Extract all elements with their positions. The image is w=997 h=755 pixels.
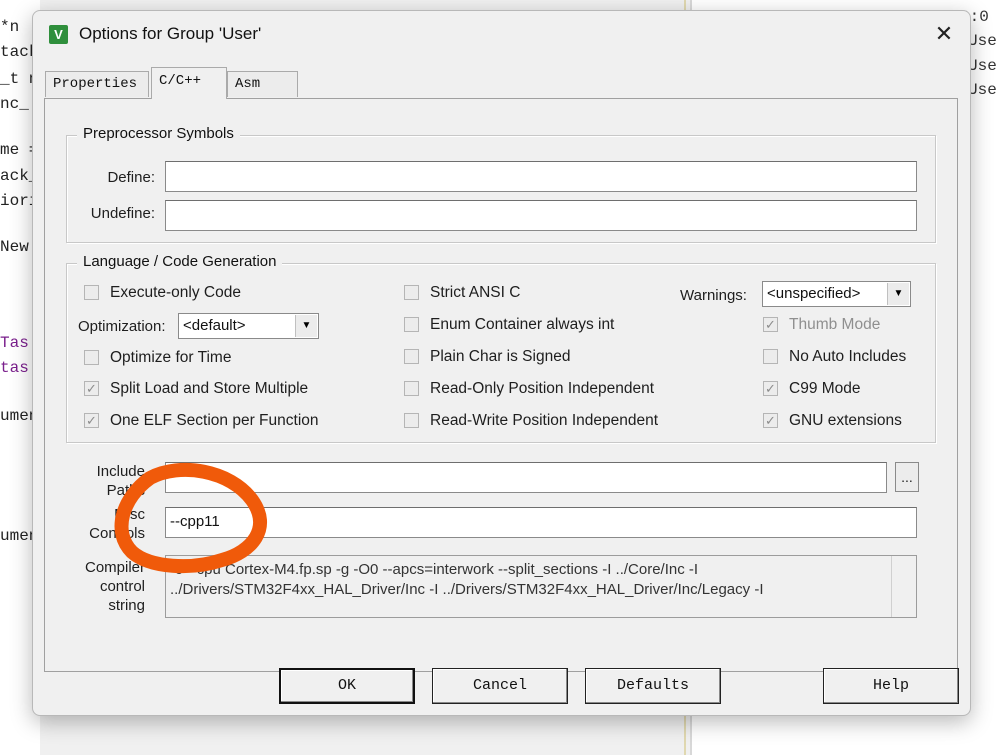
optimize-for-time-label: Optimize for Time bbox=[110, 349, 232, 366]
rwpi-label: Read-Write Position Independent bbox=[430, 412, 659, 429]
title-bar[interactable]: V Options for Group 'User' ✕ bbox=[33, 11, 970, 55]
thumb-mode-box: ✓ bbox=[763, 317, 778, 332]
language-code-generation-legend: Language / Code Generation bbox=[77, 253, 283, 270]
optimization-label: Optimization: bbox=[78, 318, 166, 335]
warnings-label: Warnings: bbox=[680, 287, 747, 304]
tab-properties[interactable]: Properties bbox=[45, 71, 149, 97]
ok-button[interactable]: OK bbox=[279, 668, 415, 704]
keil-app-icon: V bbox=[49, 25, 68, 44]
split-load-store-label: Split Load and Store Multiple bbox=[110, 380, 309, 397]
compiler-string-line2: ../Drivers/STM32F4xx_HAL_Driver/Inc -I .… bbox=[170, 581, 764, 598]
undefine-label: Undefine: bbox=[90, 205, 155, 222]
misc-controls-label-line1: Misc bbox=[114, 506, 145, 523]
include-paths-label-line1: Include bbox=[96, 463, 145, 480]
c99-mode-box: ✓ bbox=[763, 381, 778, 396]
code-line: New bbox=[0, 238, 29, 256]
compiler-label-line1: Compiler bbox=[84, 559, 145, 576]
options-dialog: V Options for Group 'User' ✕ Properties … bbox=[32, 10, 971, 716]
ropi-box bbox=[404, 381, 419, 396]
gnu-extensions-box: ✓ bbox=[763, 413, 778, 428]
compiler-label-line3: string bbox=[108, 597, 145, 614]
defaults-button[interactable]: Defaults bbox=[585, 668, 721, 704]
enum-container-box bbox=[404, 317, 419, 332]
enum-container-label: Enum Container always int bbox=[430, 316, 615, 333]
include-paths-field[interactable] bbox=[165, 462, 887, 493]
no-auto-includes-box bbox=[763, 349, 778, 364]
cancel-button[interactable]: Cancel bbox=[432, 668, 568, 704]
code-line: Use bbox=[968, 81, 997, 99]
compiler-string-line1: -c --cpu Cortex-M4.fp.sp -g -O0 --apcs=i… bbox=[170, 561, 699, 578]
strict-ansi-c-box bbox=[404, 285, 419, 300]
code-line: Use bbox=[968, 32, 997, 50]
code-line: Use bbox=[968, 57, 997, 75]
help-button[interactable]: Help bbox=[823, 668, 959, 704]
one-elf-section-box: ✓ bbox=[84, 413, 99, 428]
ropi-label: Read-Only Position Independent bbox=[430, 380, 655, 397]
tab-c-cpp[interactable]: C/C++ bbox=[151, 67, 227, 99]
close-icon[interactable]: ✕ bbox=[927, 19, 961, 49]
strict-ansi-c-label: Strict ANSI C bbox=[430, 284, 521, 301]
chevron-down-icon: ▼ bbox=[295, 315, 317, 337]
optimization-value: <default> bbox=[183, 317, 246, 334]
code-line: Tas bbox=[0, 334, 29, 352]
optimize-for-time-box bbox=[84, 350, 99, 365]
no-auto-includes-label: No Auto Includes bbox=[789, 348, 907, 365]
one-elf-section-label: One ELF Section per Function bbox=[110, 412, 319, 429]
undefine-field[interactable] bbox=[165, 200, 917, 231]
misc-controls-field[interactable]: --cpp11 bbox=[165, 507, 917, 538]
compiler-control-string-label: Compiler control string bbox=[73, 558, 145, 615]
thumb-mode-label: Thumb Mode bbox=[789, 316, 881, 333]
execute-only-code-box bbox=[84, 285, 99, 300]
rwpi-box bbox=[404, 413, 419, 428]
plain-char-signed-box bbox=[404, 349, 419, 364]
plain-char-signed-label: Plain Char is Signed bbox=[430, 348, 571, 365]
compiler-string-scrollbar[interactable] bbox=[891, 556, 916, 617]
warnings-select[interactable]: <unspecified> ▼ bbox=[762, 281, 911, 307]
chevron-down-icon: ▼ bbox=[887, 283, 909, 305]
misc-controls-label-line2: Controls bbox=[89, 525, 145, 542]
execute-only-code-label: Execute-only Code bbox=[110, 284, 241, 301]
tab-asm[interactable]: Asm bbox=[227, 71, 298, 97]
code-line: nc_ bbox=[0, 95, 29, 113]
include-paths-label-line2: Paths bbox=[106, 482, 145, 499]
code-line: *n bbox=[0, 18, 20, 36]
include-paths-browse-button[interactable]: ... bbox=[895, 462, 919, 492]
compiler-control-string-field[interactable]: -c --cpu Cortex-M4.fp.sp -g -O0 --apcs=i… bbox=[165, 555, 917, 618]
preprocessor-symbols-legend: Preprocessor Symbols bbox=[77, 125, 240, 142]
gnu-extensions-label: GNU extensions bbox=[789, 412, 902, 429]
define-label: Define: bbox=[107, 169, 155, 186]
compiler-label-line2: control bbox=[99, 578, 145, 595]
split-load-store-box: ✓ bbox=[84, 381, 99, 396]
optimization-select[interactable]: <default> ▼ bbox=[178, 313, 319, 339]
dialog-title: Options for Group 'User' bbox=[79, 24, 262, 43]
include-paths-label: Include Paths bbox=[73, 462, 145, 500]
define-field[interactable] bbox=[165, 161, 917, 192]
misc-controls-label: Misc Controls bbox=[73, 505, 145, 543]
c99-mode-label: C99 Mode bbox=[789, 380, 861, 397]
warnings-value: <unspecified> bbox=[767, 285, 861, 302]
code-line: tas bbox=[0, 359, 29, 377]
